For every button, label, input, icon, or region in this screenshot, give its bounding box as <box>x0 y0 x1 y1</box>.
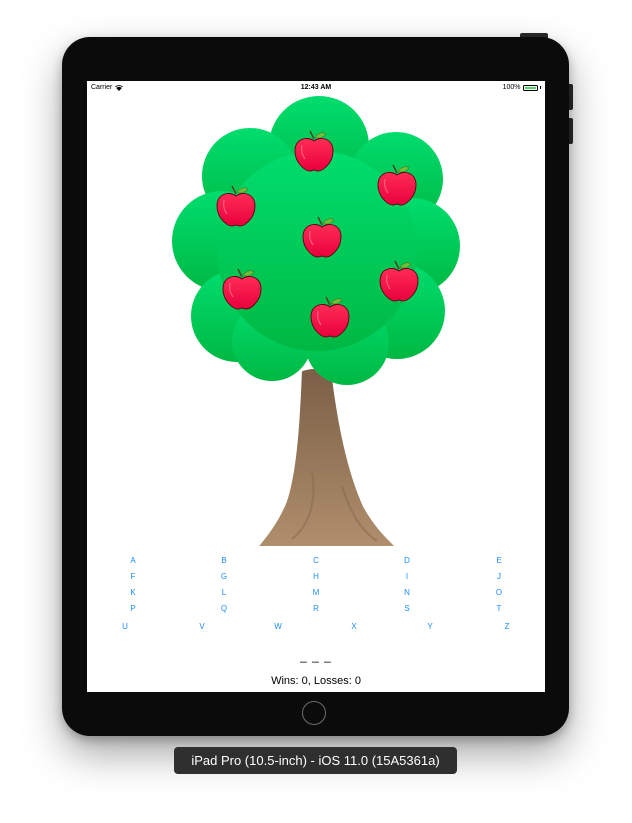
word-display: _ _ _ <box>300 649 332 663</box>
letter-button-u[interactable]: U <box>122 622 128 632</box>
letter-button-h[interactable]: H <box>313 572 319 582</box>
letter-button-f[interactable]: F <box>131 572 136 582</box>
letter-button-z[interactable]: Z <box>505 622 510 632</box>
letter-button-s[interactable]: S <box>404 604 409 614</box>
letter-button-e[interactable]: E <box>496 556 501 566</box>
letter-button-t[interactable]: T <box>497 604 502 614</box>
letter-button-m[interactable]: M <box>313 588 320 598</box>
letter-button-x[interactable]: X <box>351 622 356 632</box>
letter-button-a[interactable]: A <box>130 556 135 566</box>
letter-button-y[interactable]: Y <box>427 622 432 632</box>
letter-button-g[interactable]: G <box>221 572 227 582</box>
letter-button-k[interactable]: K <box>130 588 135 598</box>
letter-button-i[interactable]: I <box>406 572 408 582</box>
letter-button-b[interactable]: B <box>221 556 226 566</box>
simulator-caption: iPad Pro (10.5-inch) - iOS 11.0 (15A5361… <box>174 747 457 774</box>
letter-button-o[interactable]: O <box>496 588 502 598</box>
letter-button-w[interactable]: W <box>274 622 282 632</box>
letter-button-q[interactable]: Q <box>221 604 227 614</box>
letter-buttons-grid: A B C D E F G H I J K L M N O P Q R S T U V W X Y Z <box>87 81 545 692</box>
home-button[interactable] <box>302 701 326 725</box>
app-screen: Carrier 12:43 AM 100% A B C D E F G H I … <box>87 81 545 692</box>
letter-button-n[interactable]: N <box>404 588 410 598</box>
score-label: Wins: 0, Losses: 0 <box>271 675 361 687</box>
letter-button-r[interactable]: R <box>313 604 319 614</box>
letter-button-v[interactable]: V <box>199 622 204 632</box>
letter-button-d[interactable]: D <box>404 556 410 566</box>
letter-button-p[interactable]: P <box>130 604 135 614</box>
letter-button-j[interactable]: J <box>497 572 501 582</box>
letter-button-l[interactable]: L <box>222 588 226 598</box>
letter-button-c[interactable]: C <box>313 556 319 566</box>
